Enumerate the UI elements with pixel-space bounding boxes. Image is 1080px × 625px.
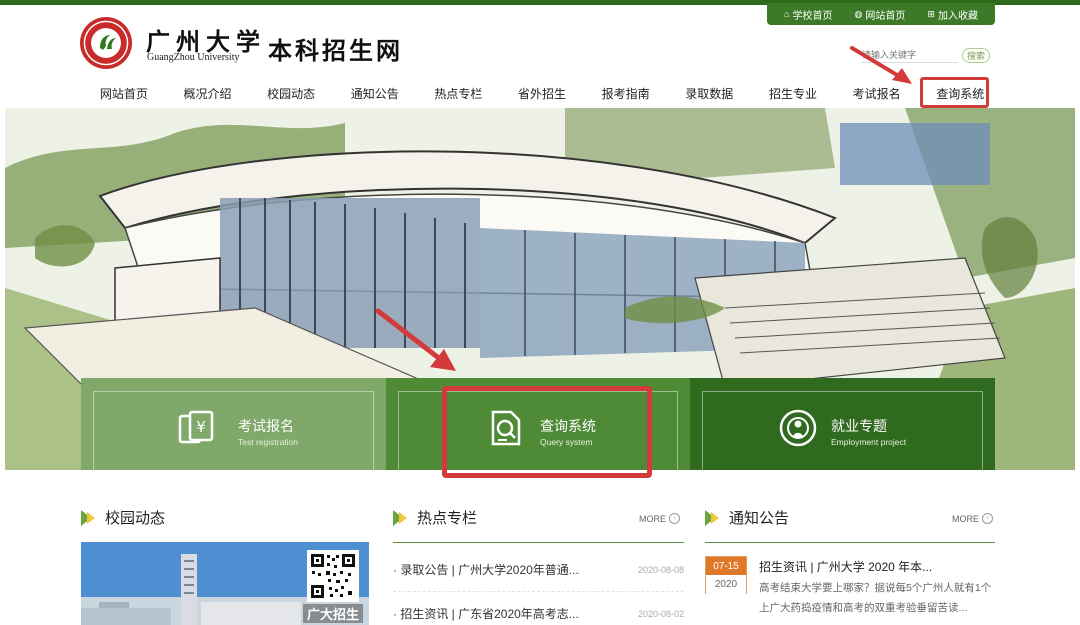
list-item[interactable]: · 招生资讯 | 广东省2020年高考志... 2020-08-02 — [393, 592, 684, 625]
card-title: 就业专题 — [831, 418, 887, 434]
nav-item-home[interactable]: 网站首页 — [82, 78, 166, 108]
card-subtitle: Test registration — [238, 437, 298, 447]
logo-emblem-icon — [96, 32, 116, 54]
card-subtitle: Employment project — [831, 437, 907, 447]
svg-text:¥: ¥ — [196, 418, 206, 436]
section-flag-icon — [81, 509, 97, 526]
section-divider — [393, 542, 684, 543]
notice-title: 招生资讯 | 广州大学 2020 年本... — [759, 560, 933, 574]
annotation-arrow-card — [375, 308, 456, 371]
section-flag-icon — [705, 509, 721, 526]
list-item-title: · 招生资讯 | 广东省2020年高考志... — [393, 607, 579, 621]
more-arrow-icon: › — [669, 513, 680, 524]
nav-item-majors[interactable]: 招生专业 — [751, 78, 835, 108]
add-favorite-link[interactable]: ⊞ 加入收藏 — [927, 7, 978, 22]
site-name: 本科招生网 — [268, 36, 403, 65]
list-item-date: 2020-08-08 — [637, 564, 684, 575]
search-button[interactable]: 搜索 — [962, 47, 990, 63]
hot-topics-list: · 录取公告 | 广州大学2020年普通... 2020-08-08 · 招生资… — [393, 548, 684, 625]
nav-item-application-guide[interactable]: 报考指南 — [584, 78, 668, 108]
card-employment[interactable]: 就业专题 Employment project — [690, 378, 995, 470]
university-logo[interactable] — [80, 17, 132, 69]
date-year: 2020 — [706, 575, 746, 594]
nav-item-out-of-province[interactable]: 省外招生 — [500, 78, 584, 108]
document-yen-icon: ¥ — [176, 408, 216, 448]
list-item-title: · 录取公告 | 广州大学2020年普通... — [393, 563, 579, 577]
annotation-arrow-nav — [850, 46, 912, 84]
site-home-link[interactable]: ◍ 网站首页 — [855, 7, 906, 22]
card-exam-registration[interactable]: ¥ 考试报名 Test registration — [81, 378, 386, 470]
nav-item-campus-news[interactable]: 校园动态 — [249, 78, 333, 108]
nav-item-notices[interactable]: 通知公告 — [333, 78, 417, 108]
hot-topics-more-link[interactable]: MORE › — [639, 513, 680, 524]
globe-icon: ◍ — [854, 8, 863, 19]
card-frame — [93, 391, 374, 470]
nav-item-overview[interactable]: 概况介绍 — [166, 78, 250, 108]
university-name-en: GuangZhou University — [147, 52, 240, 63]
house-icon: ⌂ — [784, 9, 790, 19]
more-arrow-icon: › — [982, 513, 993, 524]
notices-heading: 通知公告 — [705, 507, 789, 528]
photo-caption: 广大招生 — [303, 604, 364, 623]
school-home-link[interactable]: ⌂ 学校首页 — [784, 7, 832, 22]
campus-news-photo[interactable]: 广大招生 — [81, 542, 369, 625]
nav-highlight-box — [920, 77, 989, 108]
plus-icon: ⊞ — [927, 8, 935, 19]
nav-item-hot-topics[interactable]: 热点专栏 — [417, 78, 501, 108]
hot-topics-heading: 热点专栏 — [393, 507, 477, 528]
qr-code-image — [307, 550, 359, 602]
section-divider — [705, 542, 995, 543]
list-item-date: 2020-08-02 — [637, 608, 684, 619]
date-badge: 07-15 2020 — [705, 556, 747, 594]
card-title: 考试报名 — [238, 418, 294, 434]
list-item[interactable]: · 录取公告 | 广州大学2020年普通... 2020-08-08 — [393, 548, 684, 592]
notice-summary: 高考结束大学要上哪家？据说每5个广州人就有1个上广大药捣疫情和高考的双重考验垂留… — [759, 582, 992, 614]
top-links-bar: ⌂ 学校首页 ◍ 网站首页 ⊞ 加入收藏 — [767, 3, 995, 25]
campus-news-heading: 校园动态 — [81, 507, 165, 528]
notices-more-link[interactable]: MORE › — [952, 513, 993, 524]
date-month-day: 07-15 — [706, 557, 746, 575]
card-highlight-box — [442, 386, 652, 478]
notice-item[interactable]: 07-15 2020 招生资讯 | 广州大学 2020 年本... 高考结束大学… — [705, 556, 995, 625]
nav-item-admission-data[interactable]: 录取数据 — [667, 78, 751, 108]
broadcast-person-icon — [778, 408, 818, 448]
section-flag-icon — [393, 509, 409, 526]
